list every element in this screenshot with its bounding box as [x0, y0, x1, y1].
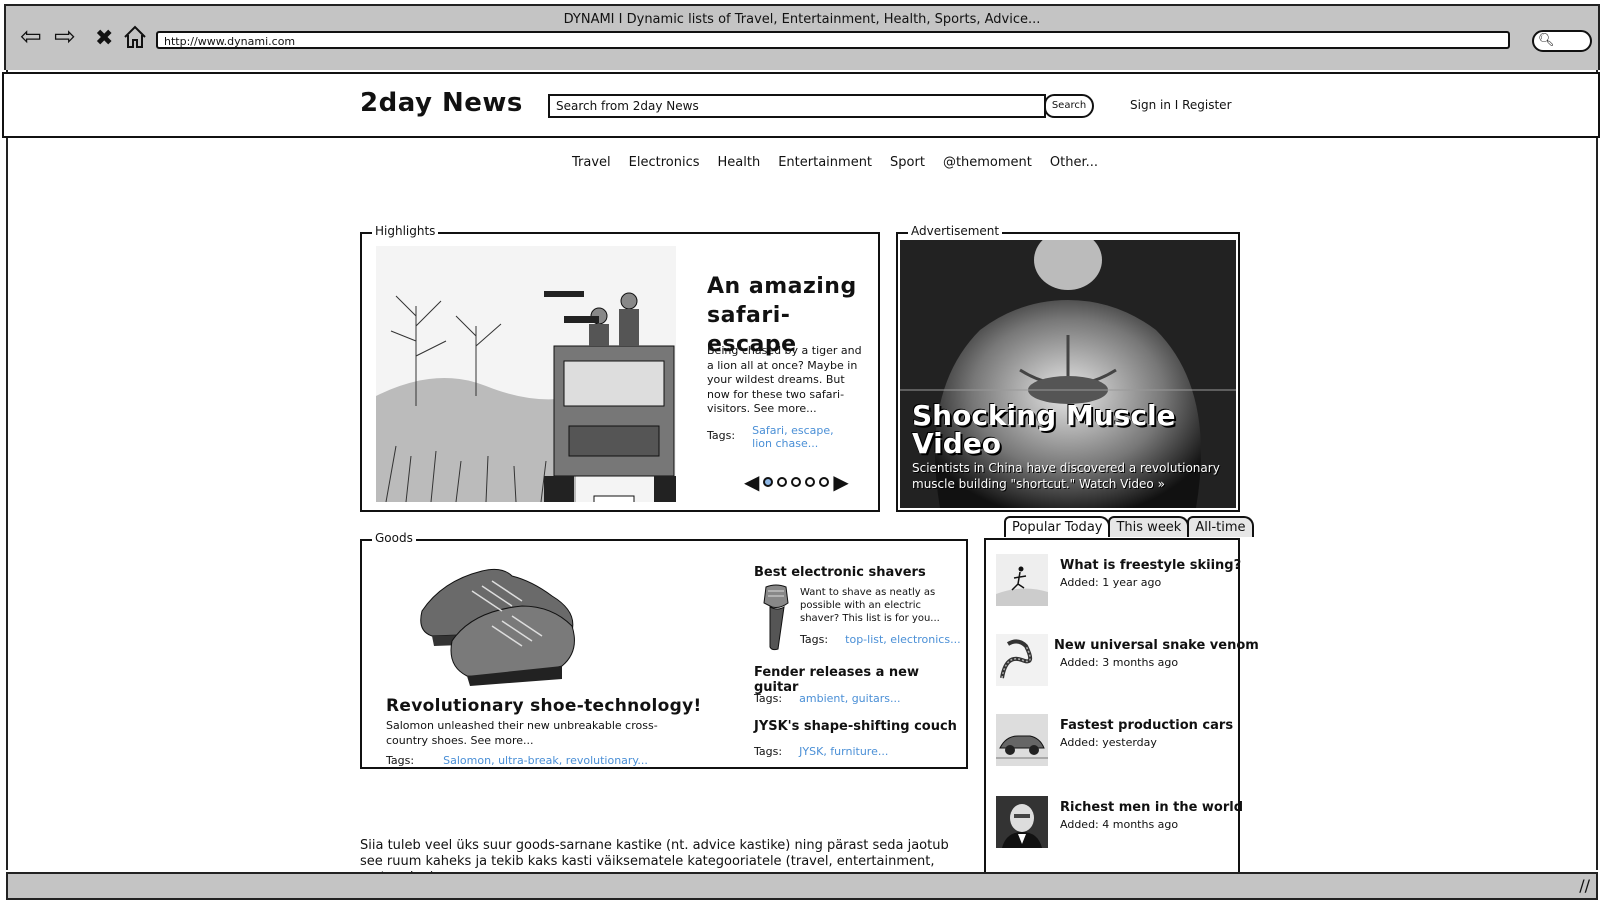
goods-item-text: Want to shave as neatly as possible with…: [800, 587, 940, 624]
window-title: DYNAMI I Dynamic lists of Travel, Entert…: [563, 12, 1041, 27]
goods-main-title[interactable]: Revolutionary shoe-technology!: [386, 696, 702, 716]
nav-item-sport[interactable]: Sport: [890, 155, 925, 170]
tags-label: Tags:: [754, 745, 783, 758]
shaver-image[interactable]: [758, 583, 794, 651]
goods-item-title[interactable]: JYSK's shape-shifting couch: [754, 719, 957, 734]
sign-in-register-link[interactable]: Sign in I Register: [1130, 98, 1232, 112]
highlights-panel: Highlights An amazing safari-escape Bein…: [360, 224, 880, 512]
goods-item-tags: Tags: top-list, electronics...: [800, 628, 970, 647]
goods-item-tag-links[interactable]: top-list, electronics...: [845, 633, 960, 646]
highlight-tags: Tags: Safari, escape, lion chase...: [707, 424, 877, 450]
site-logo[interactable]: 2day News: [360, 88, 523, 118]
skiing-thumbnail: [996, 554, 1048, 606]
tags-label: Tags:: [800, 633, 829, 646]
advertisement-panel: Advertisement Shocking Muscle Video Scie…: [896, 224, 1240, 512]
popular-item-title[interactable]: What is freestyle skiing?: [1060, 558, 1241, 573]
popular-item-date: Added: 1 year ago: [1060, 576, 1162, 589]
tags-label: Tags:: [754, 692, 783, 705]
safari-image[interactable]: [376, 246, 684, 509]
pager-dot[interactable]: [791, 477, 802, 487]
popular-item[interactable]: Richest men in the world Added: 4 months…: [996, 796, 1246, 852]
address-bar[interactable]: http://www.dynami.com: [156, 31, 1510, 49]
search-icon: 🔍︎: [1538, 33, 1555, 48]
pager-dot[interactable]: [777, 477, 788, 487]
nav-item-electronics[interactable]: Electronics: [629, 155, 700, 170]
stop-icon[interactable]: ✖: [95, 26, 113, 52]
shoe-image[interactable]: [412, 551, 582, 691]
popular-panel: What is freestyle skiing? Added: 1 year …: [984, 538, 1259, 874]
highlight-tag-links[interactable]: Safari, escape, lion chase...: [752, 424, 852, 450]
tags-label: Tags:: [386, 754, 415, 767]
goods-main-text: Salomon unleashed their new unbreakable …: [386, 719, 658, 747]
highlights-legend: Highlights: [372, 224, 439, 238]
tab-all-time[interactable]: All-time: [1187, 516, 1254, 537]
popular-item-date: Added: 4 months ago: [1060, 818, 1179, 831]
goods-item-tag-links[interactable]: JYSK, furniture...: [799, 745, 888, 758]
snake-thumbnail: [996, 634, 1048, 686]
goods-main-tag-links[interactable]: Salomon, ultra-break, revolutionary...: [443, 754, 648, 767]
tags-label: Tags:: [707, 429, 736, 442]
goods-item-tags: Tags: JYSK, furniture...: [754, 740, 888, 759]
pager-dot[interactable]: [819, 477, 830, 487]
popular-item-date: Added: 3 months ago: [1060, 656, 1179, 669]
goods-main-tags: Tags: Salomon, ultra-break, revolutionar…: [386, 749, 648, 768]
site-search-input[interactable]: Search from 2day News: [548, 94, 1046, 118]
forward-arrow-icon[interactable]: ⇨: [54, 24, 76, 50]
back-arrow-icon[interactable]: ⇦: [20, 24, 42, 50]
goods-item-title[interactable]: Best electronic shavers: [754, 565, 926, 580]
pager-dot[interactable]: [805, 477, 816, 487]
popular-item-title[interactable]: New universal snake venom: [1054, 638, 1259, 653]
popular-item[interactable]: New universal snake venom Added: 3 month…: [996, 634, 1259, 690]
tab-this-week[interactable]: This week: [1108, 516, 1190, 537]
resize-grip-icon[interactable]: //: [1579, 876, 1590, 895]
advertisement-text[interactable]: Scientists in China have discovered a re…: [912, 460, 1222, 492]
nav-item-other[interactable]: Other...: [1050, 155, 1098, 170]
next-arrow-icon[interactable]: ▶: [833, 472, 848, 492]
home-icon[interactable]: [122, 24, 148, 55]
highlight-text: Being chased by a tiger and a lion all a…: [707, 344, 862, 415]
tab-popular-today[interactable]: Popular Today: [1004, 516, 1111, 537]
browser-status-bar: //: [6, 872, 1598, 900]
nav-item-entertainment[interactable]: Entertainment: [778, 155, 872, 170]
advertisement-legend: Advertisement: [908, 224, 1003, 238]
car-thumbnail: [996, 714, 1048, 766]
nav-item-travel[interactable]: Travel: [572, 155, 611, 170]
portrait-thumbnail: [996, 796, 1048, 848]
popular-item[interactable]: Fastest production cars Added: yesterday: [996, 714, 1246, 770]
goods-legend: Goods: [372, 531, 416, 545]
site-search-button[interactable]: Search: [1044, 94, 1094, 118]
prev-arrow-icon[interactable]: ◀: [744, 472, 759, 492]
highlight-pager: ◀ ▶: [744, 472, 849, 492]
popular-item-date: Added: yesterday: [1060, 736, 1157, 749]
popular-item-title[interactable]: Fastest production cars: [1060, 718, 1233, 733]
pager-dot[interactable]: [763, 477, 774, 487]
nav-item-themoment[interactable]: @themoment: [943, 155, 1032, 170]
goods-item-tag-links[interactable]: ambient, guitars...: [799, 692, 900, 705]
goods-panel: Goods Revolutionary shoe-technology! Sal…: [360, 531, 970, 769]
browser-search-box[interactable]: 🔍︎: [1532, 30, 1592, 52]
popular-item[interactable]: What is freestyle skiing? Added: 1 year …: [996, 554, 1246, 610]
nav-item-health[interactable]: Health: [718, 155, 761, 170]
advertisement-title[interactable]: Shocking Muscle Video: [912, 402, 1212, 458]
popular-item-title[interactable]: Richest men in the world: [1060, 800, 1243, 815]
popular-tabs: Popular Today This week All-time: [1004, 516, 1254, 537]
goods-item-tags: Tags: ambient, guitars...: [754, 687, 901, 706]
category-nav: Travel Electronics Health Entertainment …: [572, 155, 1098, 170]
